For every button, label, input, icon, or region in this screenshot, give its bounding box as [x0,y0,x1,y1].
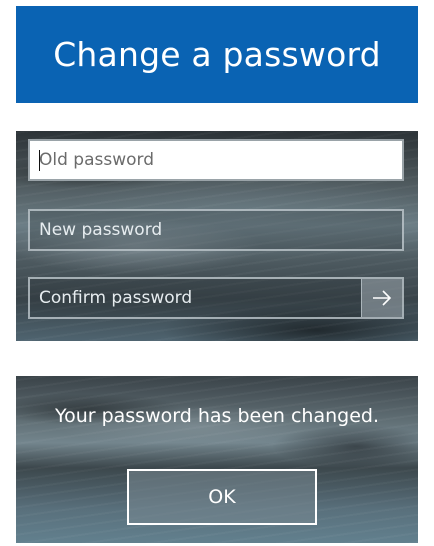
new-password-placeholder: New password [39,220,163,240]
old-password-placeholder: Old password [39,150,155,170]
page-title: Change a password [53,35,381,74]
password-form-panel: Old password New password Confirm passwo… [16,131,418,341]
success-message: Your password has been changed. [54,405,379,427]
new-password-field[interactable]: New password [28,209,404,251]
submit-button[interactable] [361,279,402,317]
text-caret [39,150,40,171]
header-banner: Change a password [16,6,418,103]
arrow-right-icon [373,290,392,306]
confirm-password-placeholder: Confirm password [39,288,193,308]
old-password-field[interactable]: Old password [28,139,404,181]
confirm-password-field[interactable]: Confirm password [28,277,404,319]
confirmation-panel: Your password has been changed. OK [16,376,418,543]
ok-button[interactable]: OK [127,469,317,525]
